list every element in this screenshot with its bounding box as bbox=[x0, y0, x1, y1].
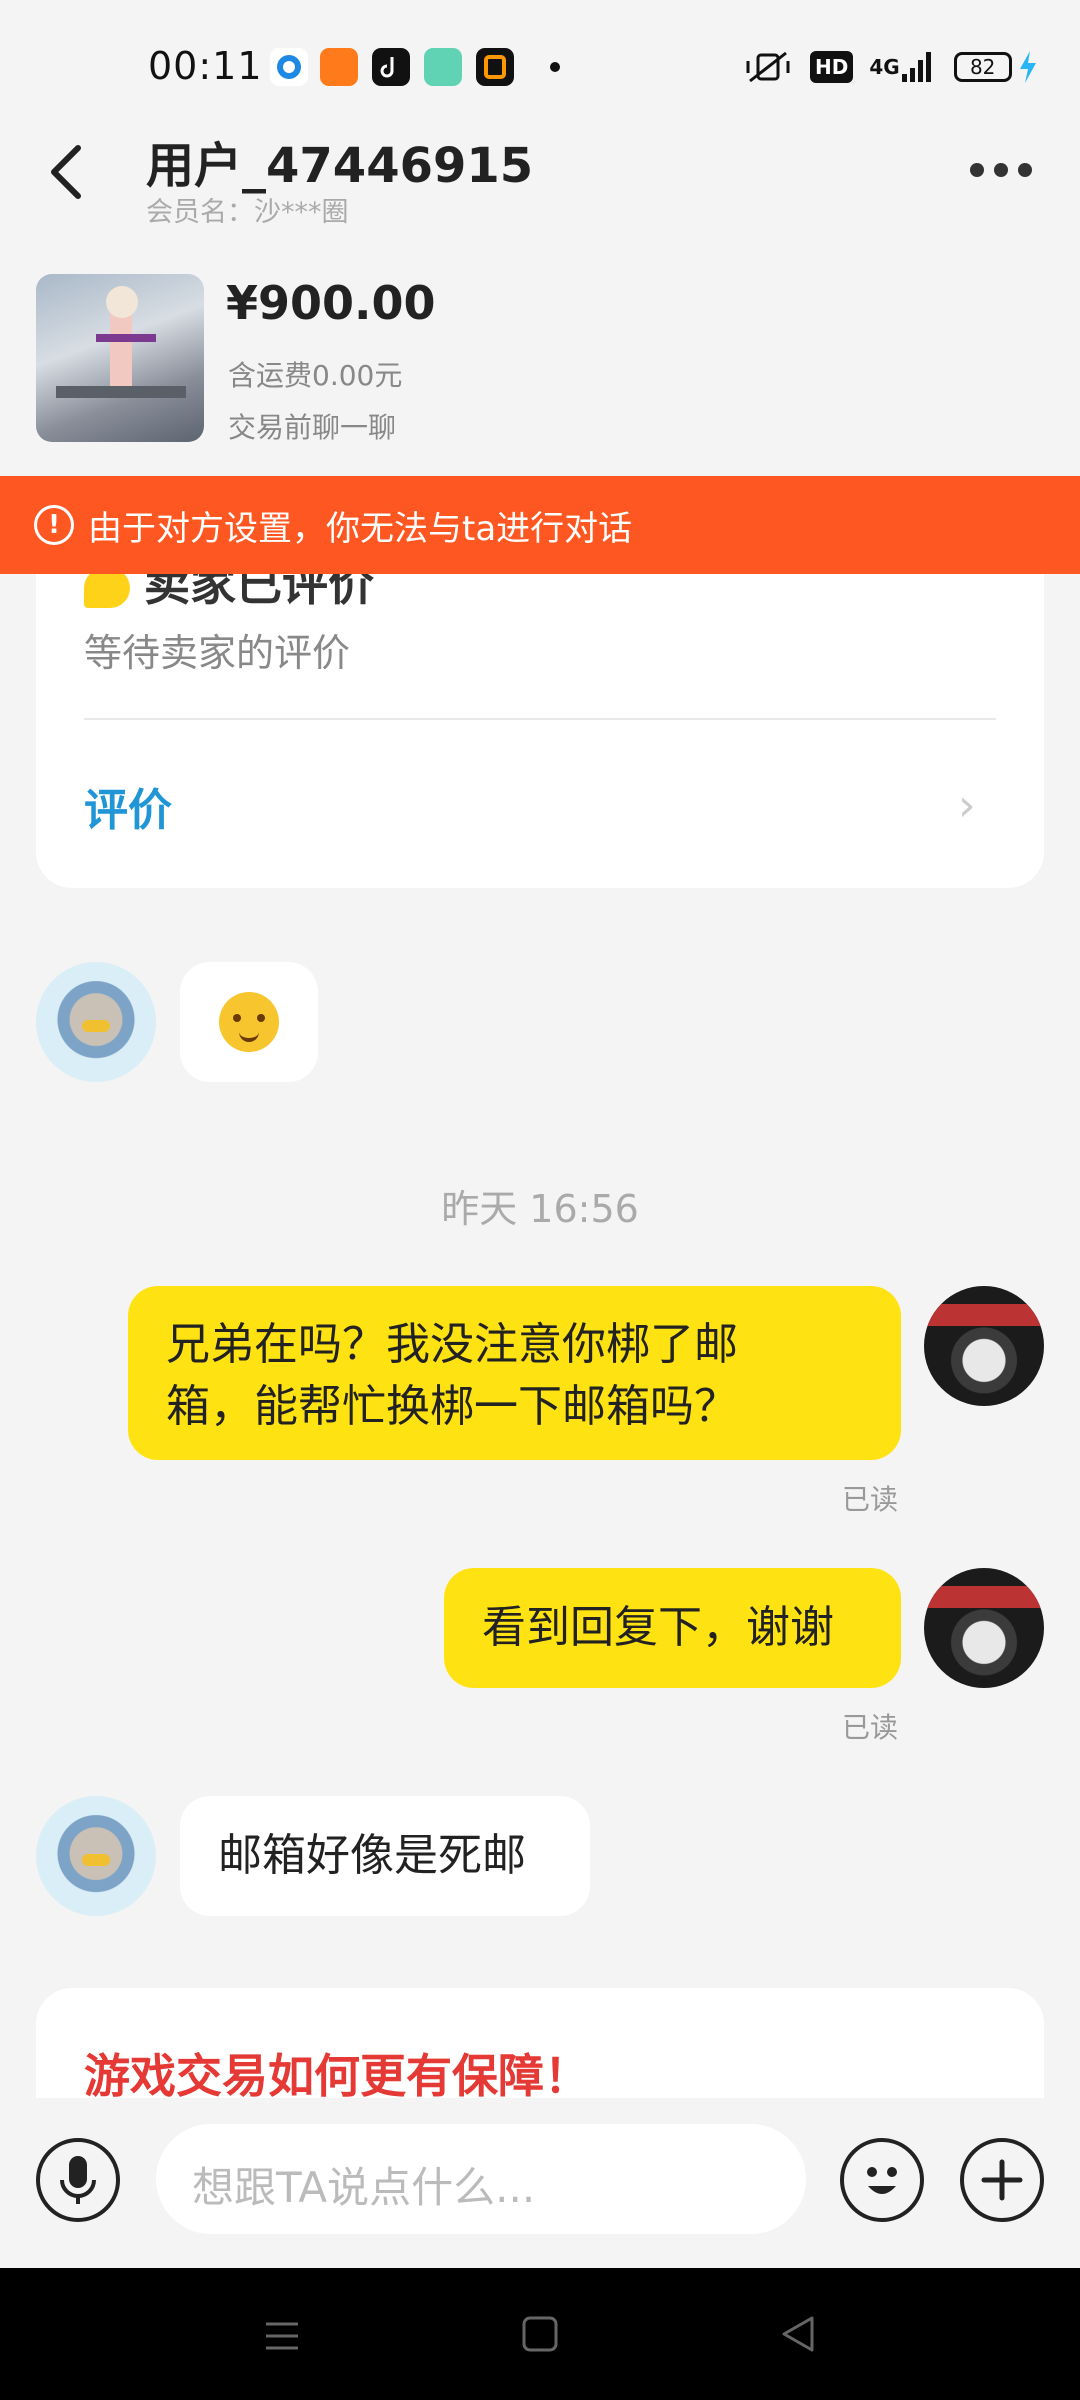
hd-badge: HD bbox=[810, 51, 854, 83]
read-receipt: 已读 bbox=[842, 1483, 899, 1516]
message-text: 看到回复下，谢谢 bbox=[482, 1602, 834, 1653]
trade-guarantee-card[interactable]: 游戏交易如何更有保障！ bbox=[36, 1988, 1044, 2098]
alert-icon: ! bbox=[34, 505, 74, 545]
more-button[interactable] bbox=[970, 150, 1040, 190]
orange-app-icon bbox=[476, 48, 514, 86]
more-icon bbox=[970, 163, 984, 177]
emoji-message-bubble bbox=[180, 962, 318, 1082]
my-avatar[interactable] bbox=[924, 1286, 1044, 1406]
emoji-icon bbox=[867, 2167, 897, 2194]
review-subtitle: 等待卖家的评价 bbox=[84, 631, 351, 675]
message-text-line: 兄弟在吗？我没注意你梆了邮 bbox=[166, 1319, 738, 1370]
my-message-bubble: 看到回复下，谢谢 bbox=[444, 1568, 901, 1688]
read-receipt: 已读 bbox=[842, 1711, 899, 1744]
contact-name: 用户_47446915 bbox=[146, 138, 534, 194]
microphone-icon bbox=[60, 2156, 96, 2204]
signal-icon bbox=[901, 52, 931, 82]
review-link[interactable]: 评价 bbox=[84, 774, 172, 838]
product-image bbox=[56, 286, 186, 398]
seller-avatar[interactable] bbox=[36, 962, 156, 1082]
review-title: 卖家已评价 bbox=[84, 574, 374, 614]
battery-level: 82 bbox=[969, 55, 996, 79]
voice-button[interactable] bbox=[36, 2138, 120, 2222]
chevron-right-icon[interactable]: › bbox=[958, 780, 976, 831]
status-time: 00:11 bbox=[148, 44, 263, 88]
my-message-bubble: 兄弟在吗？我没注意你梆了邮 箱，能帮忙换梆一下邮箱吗？ bbox=[128, 1286, 901, 1460]
input-bar: 想跟TA说点什么... bbox=[0, 2102, 1080, 2268]
back-triangle-icon[interactable] bbox=[778, 2314, 818, 2354]
guarantee-title: 游戏交易如何更有保障！ bbox=[84, 2049, 590, 2098]
restriction-banner: ! 由于对方设置，你无法与ta进行对话 bbox=[0, 476, 1080, 574]
charging-icon bbox=[1019, 51, 1036, 83]
message-text: 邮箱好像是死邮 bbox=[218, 1830, 526, 1881]
divider bbox=[84, 718, 996, 720]
hug-emoji-icon bbox=[219, 992, 279, 1052]
message-text-line: 箱，能帮忙换梆一下邮箱吗？ bbox=[166, 1381, 738, 1432]
shipping-info: 含运费0.00元 bbox=[228, 359, 403, 392]
product-price: ¥900.00 bbox=[226, 276, 436, 330]
message-input[interactable]: 想跟TA说点什么... bbox=[156, 2124, 806, 2234]
back-button[interactable] bbox=[40, 140, 100, 204]
banner-text: 由于对方设置，你无法与ta进行对话 bbox=[88, 508, 633, 549]
system-nav-bar bbox=[0, 2268, 1080, 2400]
mute-vibrate-icon bbox=[746, 51, 790, 83]
status-right-group: HD 4G 82 bbox=[744, 48, 1040, 86]
add-button[interactable] bbox=[960, 2138, 1044, 2222]
uc-browser-icon bbox=[320, 48, 358, 86]
browser-app-icon bbox=[270, 48, 308, 86]
seller-avatar[interactable] bbox=[36, 1796, 156, 1916]
product-thumbnail[interactable] bbox=[36, 274, 204, 442]
status-bar: 00:11 HD 4G 82 bbox=[0, 0, 1080, 134]
menu-icon[interactable] bbox=[262, 2316, 302, 2356]
network-label: 4G bbox=[869, 55, 900, 79]
tiktok-icon bbox=[372, 48, 410, 86]
battery-indicator: 82 bbox=[953, 52, 1012, 82]
chat-tip: 交易前聊一聊 bbox=[228, 411, 397, 444]
plus-icon bbox=[981, 2159, 1023, 2201]
home-icon[interactable] bbox=[520, 2314, 560, 2354]
emoji-button[interactable] bbox=[840, 2138, 924, 2222]
gallery-app-icon bbox=[424, 48, 462, 86]
notification-dot-icon bbox=[550, 62, 560, 72]
chat-timestamp: 昨天 16:56 bbox=[441, 1187, 639, 1231]
my-avatar[interactable] bbox=[924, 1568, 1044, 1688]
chat-bubble-icon bbox=[84, 574, 130, 608]
back-arrow-icon bbox=[51, 145, 81, 199]
review-card: 卖家已评价 等待卖家的评价 评价 › bbox=[36, 574, 1044, 888]
member-label: 会员名：沙***圈 bbox=[146, 197, 349, 228]
seller-message-bubble: 邮箱好像是死邮 bbox=[180, 1796, 590, 1916]
